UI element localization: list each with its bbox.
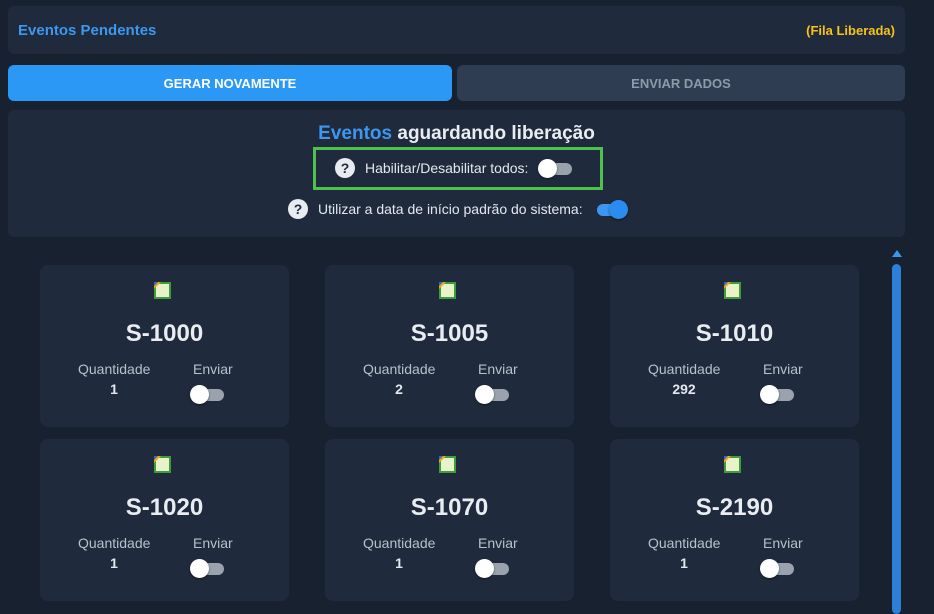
event-code: S-1020 (125, 494, 204, 521)
send-label: Enviar (193, 361, 233, 377)
quantity-value: 1 (395, 555, 403, 571)
event-code: S-1005 (410, 320, 489, 347)
send-toggle[interactable] (190, 384, 226, 404)
quantity-label: Quantidade (648, 361, 721, 377)
document-icon (724, 456, 741, 473)
send-toggle[interactable] (475, 558, 511, 578)
quantity-label: Quantidade (78, 535, 151, 551)
event-card: S-1005 Quantidade 2 Enviar (325, 265, 574, 427)
document-icon (439, 456, 456, 473)
quantity-label: Quantidade (363, 535, 436, 551)
regenerate-button[interactable]: GERAR NOVAMENTE (8, 65, 452, 101)
send-label: Enviar (763, 535, 803, 551)
quantity-value: 1 (680, 555, 688, 571)
events-panel: Eventos aguardando liberação ? Habilitar… (8, 110, 905, 237)
event-code: S-1010 (695, 320, 774, 347)
help-icon[interactable]: ? (335, 158, 355, 178)
event-card: S-1020 Quantidade 1 Enviar (40, 439, 289, 601)
send-label: Enviar (478, 535, 518, 551)
quantity-value: 1 (110, 381, 118, 397)
event-card: S-2190 Quantidade 1 Enviar (610, 439, 859, 601)
help-icon[interactable]: ? (288, 199, 308, 219)
quantity-value: 1 (110, 555, 118, 571)
queue-status: (Fila Liberada) (806, 22, 895, 38)
scrollbar-thumb[interactable] (892, 264, 901, 614)
quantity-label: Quantidade (78, 361, 151, 377)
send-toggle[interactable] (760, 558, 796, 578)
send-toggle[interactable] (475, 384, 511, 404)
document-icon (439, 282, 456, 299)
send-toggle[interactable] (760, 384, 796, 404)
event-code: S-1000 (125, 320, 204, 347)
default-date-row: ? Utilizar a data de início padrão do si… (288, 199, 629, 219)
quantity-label: Quantidade (648, 535, 721, 551)
toggle-all-label: Habilitar/Desabilitar todos: (365, 160, 529, 176)
document-icon (724, 282, 741, 299)
quantity-value: 292 (672, 381, 696, 397)
scrollbar[interactable] (890, 248, 904, 614)
send-label: Enviar (478, 361, 518, 377)
quantity-label: Quantidade (363, 361, 436, 377)
event-card: S-1070 Quantidade 1 Enviar (325, 439, 574, 601)
event-code: S-2190 (695, 494, 774, 521)
scroll-up-arrow-icon[interactable] (892, 250, 902, 257)
toggle-all-switch[interactable] (538, 158, 574, 178)
event-code: S-1070 (410, 494, 489, 521)
default-date-switch[interactable] (593, 199, 629, 219)
send-label: Enviar (193, 535, 233, 551)
send-toggle[interactable] (190, 558, 226, 578)
default-date-label: Utilizar a data de início padrão do sist… (318, 201, 583, 217)
send-data-button[interactable]: ENVIAR DADOS (457, 65, 905, 101)
document-icon (154, 282, 171, 299)
send-label: Enviar (763, 361, 803, 377)
document-icon (154, 456, 171, 473)
quantity-value: 2 (395, 381, 403, 397)
panel-heading: Eventos aguardando liberação (8, 123, 905, 145)
panel-heading-rest: aguardando liberação (392, 123, 595, 144)
panel-heading-accent: Eventos (318, 123, 393, 144)
toggle-all-row: ? Habilitar/Desabilitar todos: (335, 158, 574, 178)
event-card: S-1010 Quantidade 292 Enviar (610, 265, 859, 427)
page-title: Eventos Pendentes (18, 21, 157, 39)
pending-events-header: Eventos Pendentes (Fila Liberada) (8, 6, 905, 54)
event-card: S-1000 Quantidade 1 Enviar (40, 265, 289, 427)
